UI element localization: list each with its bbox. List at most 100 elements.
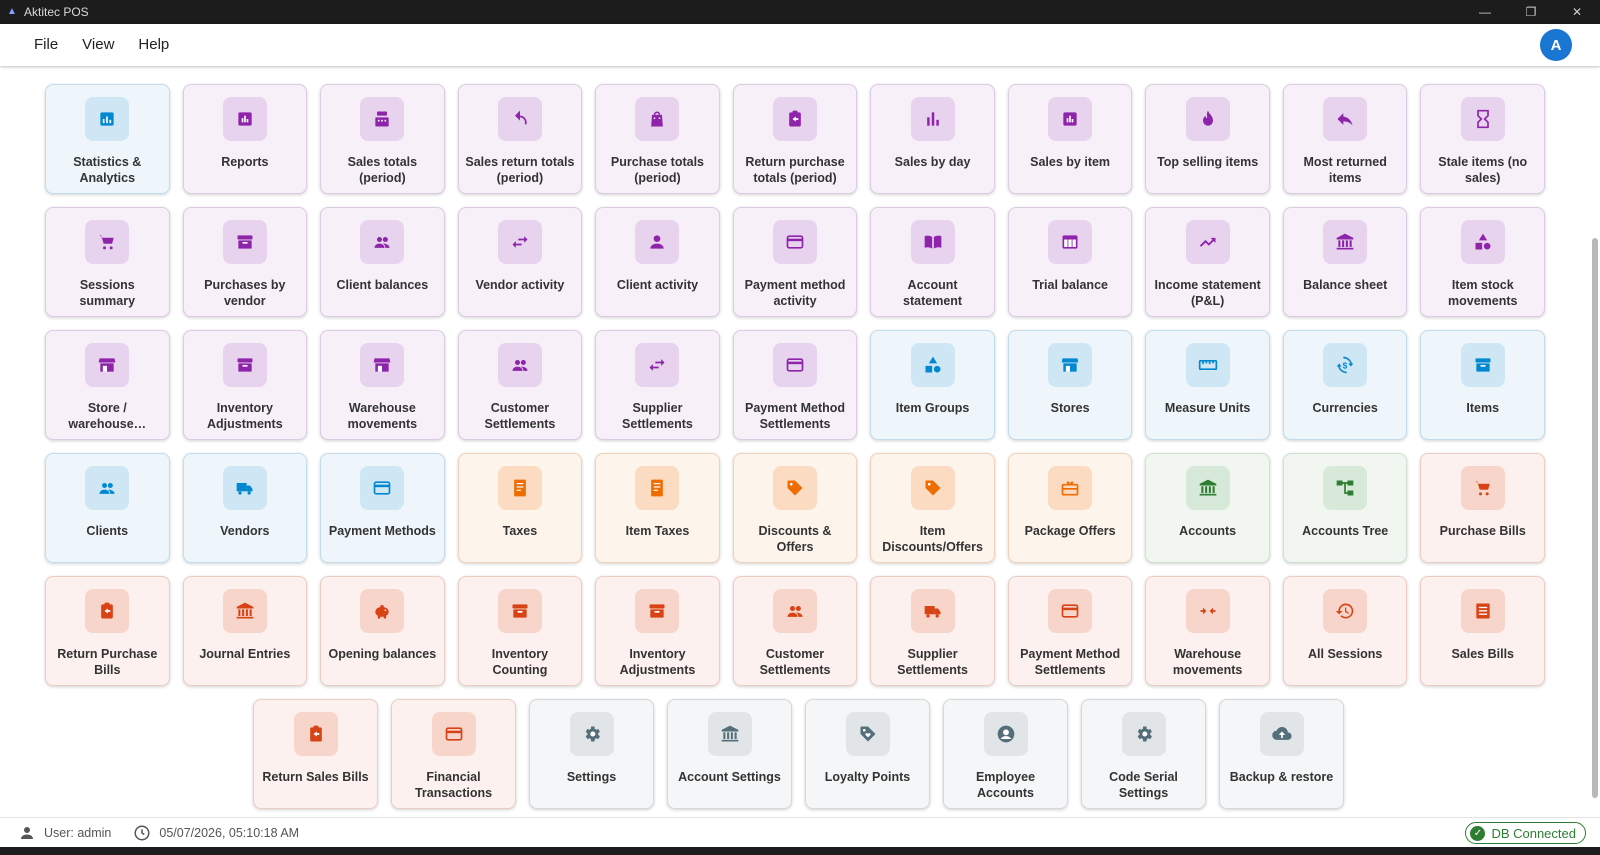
tile-reports[interactable]: Reports: [182, 84, 308, 194]
tile-stores[interactable]: Stores: [1007, 330, 1133, 440]
tile-label: Inventory Counting: [491, 647, 549, 677]
tile-item-groups[interactable]: Item Groups: [870, 330, 995, 440]
tile-vendors[interactable]: Vendors: [182, 453, 308, 563]
dashboard-content: Statistics & Analytics Reports Sales total…: [0, 66, 1600, 817]
tile-label: Payment Method Settlements: [745, 401, 846, 431]
vertical-scrollbar[interactable]: [1590, 68, 1598, 815]
status-datetime: 05/07/2026, 05:10:18 AM: [133, 824, 299, 842]
tile-label: Sales Bills: [1451, 647, 1515, 661]
tile-supplier-settlements[interactable]: Supplier Settlements: [595, 330, 720, 440]
clipboard-return-icon: [85, 589, 130, 633]
tile-vendor-activity[interactable]: Vendor activity: [457, 207, 583, 317]
tile-taxes[interactable]: Taxes: [457, 453, 583, 563]
tile-statistics-analytics[interactable]: Statistics & Analytics: [45, 84, 170, 194]
menu-help[interactable]: Help: [126, 30, 181, 60]
tile-customer-settlements[interactable]: Customer Settlements: [457, 330, 583, 440]
gear-icon: [569, 712, 614, 756]
tile-client-balances[interactable]: Client balances: [320, 207, 445, 317]
tile-employee-accounts[interactable]: Employee Accounts: [943, 699, 1068, 809]
bar-chart-icon: [910, 97, 955, 141]
tile-return-purchase-totals-period[interactable]: Return purchase totals (period): [732, 84, 858, 194]
tile-sales-totals-period[interactable]: Sales totals (period): [320, 84, 445, 194]
tile-stale-items-no-sales[interactable]: Stale items (no sales): [1420, 84, 1546, 194]
tile-supplier-settlements[interactable]: Supplier Settlements: [870, 576, 995, 686]
tile-code-serial-settings[interactable]: Code Serial Settings: [1081, 699, 1206, 809]
tile-client-activity[interactable]: Client activity: [595, 207, 720, 317]
tile-warehouse-movements[interactable]: Warehouse movements: [320, 330, 445, 440]
tile-label: Vendor activity: [475, 278, 565, 292]
tile-label: Most returned items: [1303, 155, 1387, 185]
tile-items[interactable]: Items: [1420, 330, 1546, 440]
menu-file[interactable]: File: [22, 30, 70, 60]
tile-customer-settlements[interactable]: Customer Settlements: [732, 576, 858, 686]
tile-label: Stale items (no sales): [1438, 155, 1528, 185]
tile-measure-units[interactable]: Measure Units: [1145, 330, 1270, 440]
tile-sales-by-item[interactable]: Sales by item: [1007, 84, 1133, 194]
tile-return-sales-bills[interactable]: Return Sales Bills: [253, 699, 378, 809]
tile-return-purchase-bills[interactable]: Return Purchase Bills: [45, 576, 170, 686]
tile-opening-balances[interactable]: Opening balances: [320, 576, 445, 686]
tile-label: Accounts: [1179, 524, 1237, 538]
shapes-icon: [1460, 220, 1505, 264]
tile-loyalty-points[interactable]: Loyalty Points: [805, 699, 930, 809]
tile-backup-restore[interactable]: Backup & restore: [1219, 699, 1344, 809]
tile-clients[interactable]: Clients: [45, 453, 170, 563]
tile-sales-by-day[interactable]: Sales by day: [870, 84, 995, 194]
tile-payment-method-activity[interactable]: Payment method activity: [732, 207, 858, 317]
tile-payment-methods[interactable]: Payment Methods: [320, 453, 445, 563]
restore-icon[interactable]: ❐: [1508, 0, 1554, 24]
cash-register-icon: [360, 97, 405, 141]
tile-financial-transactions[interactable]: Financial Transactions: [391, 699, 516, 809]
tile-settings[interactable]: Settings: [529, 699, 654, 809]
tile-warehouse-movements[interactable]: Warehouse movements: [1145, 576, 1270, 686]
tile-account-statement[interactable]: Account statement: [870, 207, 995, 317]
credit-card-icon: [1048, 589, 1093, 633]
minimize-icon[interactable]: —: [1462, 0, 1508, 24]
tile-inventory-adjustments[interactable]: Inventory Adjustments: [182, 330, 308, 440]
tile-item-taxes[interactable]: Item Taxes: [595, 453, 720, 563]
tile-trial-balance[interactable]: Trial balance: [1007, 207, 1133, 317]
tile-inventory-counting[interactable]: Inventory Counting: [457, 576, 583, 686]
tile-sales-return-totals-period[interactable]: Sales return totals (period): [457, 84, 583, 194]
tile-top-selling-items[interactable]: Top selling items: [1145, 84, 1270, 194]
receipt-icon: [635, 466, 680, 510]
tile-label: Payment method activity: [744, 278, 846, 308]
tile-store-warehouse[interactable]: Store / warehouse…: [45, 330, 170, 440]
tile-balance-sheet[interactable]: Balance sheet: [1282, 207, 1408, 317]
window-controls: — ❐ ✕: [1462, 0, 1600, 24]
close-icon[interactable]: ✕: [1554, 0, 1600, 24]
tile-journal-entries[interactable]: Journal Entries: [182, 576, 308, 686]
tile-package-offers[interactable]: Package Offers: [1007, 453, 1133, 563]
tile-accounts[interactable]: Accounts: [1145, 453, 1270, 563]
tile-purchase-bills[interactable]: Purchase Bills: [1420, 453, 1546, 563]
tile-payment-method-settlements[interactable]: Payment Method Settlements: [1007, 576, 1133, 686]
tile-sales-bills[interactable]: Sales Bills: [1420, 576, 1546, 686]
tile-accounts-tree[interactable]: Accounts Tree: [1282, 453, 1408, 563]
tile-label: Package Offers: [1024, 524, 1116, 538]
scrollbar-thumb[interactable]: [1592, 238, 1598, 798]
tile-currencies[interactable]: $ Currencies: [1282, 330, 1408, 440]
tile-item-discounts-offers[interactable]: Item Discounts/Offers: [870, 453, 995, 563]
clipboard-return-icon: [293, 712, 338, 756]
tile-purchase-totals-period[interactable]: Purchase totals (period): [595, 84, 720, 194]
tile-inventory-adjustments[interactable]: Inventory Adjustments: [595, 576, 720, 686]
tile-discounts-offers[interactable]: Discounts & Offers: [732, 453, 858, 563]
tile-most-returned-items[interactable]: Most returned items: [1282, 84, 1408, 194]
tile-income-statement-p-l[interactable]: Income statement (P&L): [1145, 207, 1270, 317]
tile-sessions-summary[interactable]: Sessions summary: [45, 207, 170, 317]
bank-icon: [1323, 220, 1368, 264]
tile-payment-method-settlements[interactable]: Payment Method Settlements: [732, 330, 858, 440]
credit-card-icon: [431, 712, 476, 756]
tile-label: Reports: [221, 155, 269, 169]
user-avatar[interactable]: A: [1540, 29, 1572, 61]
db-status-text: DB Connected: [1491, 825, 1576, 841]
menu-view[interactable]: View: [70, 30, 126, 60]
tile-all-sessions[interactable]: All Sessions: [1282, 576, 1408, 686]
svg-text:$: $: [1343, 360, 1348, 370]
people-icon: [497, 343, 542, 387]
tile-purchases-by-vendor[interactable]: Purchases by vendor: [182, 207, 308, 317]
tag-icon: [910, 466, 955, 510]
tile-account-settings[interactable]: Account Settings: [667, 699, 792, 809]
tile-item-stock-movements[interactable]: Item stock movements: [1420, 207, 1546, 317]
tile-label: Journal Entries: [199, 647, 291, 661]
